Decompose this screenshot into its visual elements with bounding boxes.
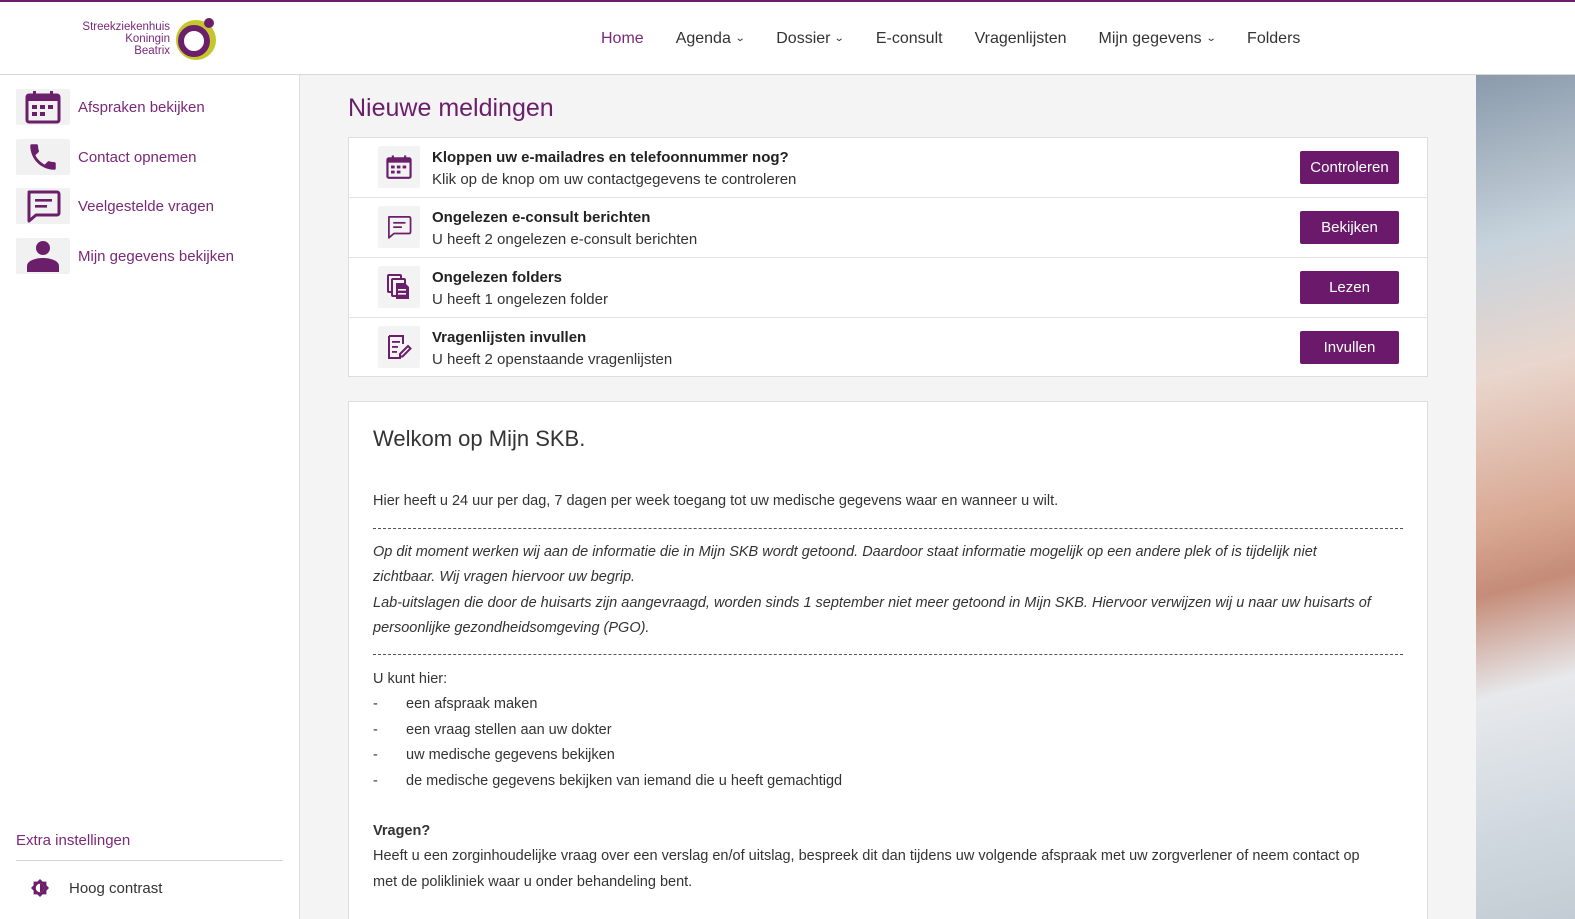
notice-line: Op dit moment werken wij aan de informat… (373, 544, 1317, 560)
notice-line: Lab-uitslagen die door de huisarts zijn … (373, 595, 1371, 611)
notification-title: Vragenlijsten invullen (432, 329, 587, 346)
bekijken-button[interactable]: Bekijken (1300, 211, 1399, 244)
notice-line: zichtbaar. Wij vragen hiervoor uw begrip… (373, 569, 636, 585)
nav-home-label: Home (601, 29, 644, 47)
sidebar-item-faq[interactable]: Veelgestelde vragen (16, 188, 214, 224)
notification-item: Ongelezen e-consult berichten U heeft 2 … (349, 198, 1427, 258)
list-item: de medische gegevens bekijken van iemand… (406, 773, 843, 789)
chat-icon (378, 206, 420, 248)
welcome-intro: Hier heeft u 24 uur per dag, 7 dagen per… (373, 493, 1059, 509)
divider (16, 860, 283, 861)
nav-folders-label: Folders (1247, 29, 1301, 47)
notification-subtitle: U heeft 1 ongelezen folder (432, 291, 608, 308)
sidebar-item-label: Contact opnemen (78, 148, 197, 166)
dashed-divider (373, 528, 1403, 529)
nav-agenda[interactable]: Agenda ⌄ (675, 29, 746, 48)
extra-settings-title[interactable]: Extra instellingen (16, 832, 130, 849)
can-title: U kunt hier: (373, 671, 448, 687)
nav-mijn-gegevens-label: Mijn gegevens (1098, 29, 1202, 47)
notification-item: Vragenlijsten invullen U heeft 2 opensta… (349, 318, 1427, 378)
logo-rings-icon (176, 18, 216, 60)
sidebar-item-afspraken[interactable]: Afspraken bekijken (16, 89, 205, 125)
notification-item: Kloppen uw e-mailadres en telefoonnummer… (349, 138, 1427, 198)
nav-dossier-label: Dossier (776, 29, 831, 47)
notice-line: persoonlijke gezondheidsomgeving (PGO). (373, 620, 650, 636)
invullen-button[interactable]: Invullen (1300, 331, 1399, 364)
sidebar-item-label: Afspraken bekijken (78, 98, 205, 116)
site-header: Streekziekenhuis Koningin Beatrix Home A… (0, 2, 1575, 75)
logo-line-3: Beatrix (134, 45, 170, 57)
sidebar-item-contact[interactable]: Contact opnemen (16, 139, 196, 175)
notification-title: Ongelezen folders (432, 269, 563, 286)
logo-text: Streekziekenhuis Koningin Beatrix (82, 21, 170, 57)
high-contrast-toggle[interactable]: Hoog contrast (30, 878, 162, 898)
hospital-logo[interactable]: Streekziekenhuis Koningin Beatrix (82, 16, 222, 62)
chevron-down-icon: ⌄ (734, 33, 746, 44)
nav-folders[interactable]: Folders (1247, 30, 1300, 48)
logo-line-1: Streekziekenhuis (82, 21, 170, 33)
nav-home[interactable]: Home (601, 30, 644, 48)
contrast-icon (31, 879, 49, 897)
nav-e-consult[interactable]: E-consult (876, 30, 943, 48)
chat-icon (16, 188, 70, 224)
notification-item: Ongelezen folders U heeft 1 ongelezen fo… (349, 258, 1427, 318)
questions-line: Heeft u een zorginhoudelijke vraag over … (373, 848, 1360, 864)
welcome-title: Welkom op Mijn SKB. (373, 426, 586, 451)
list-marker: - (373, 722, 378, 738)
questions-line: met de polikliniek waar u onder behandel… (373, 874, 693, 890)
notifications-panel: Kloppen uw e-mailadres en telefoonnummer… (348, 137, 1428, 377)
list-item: een afspraak maken (406, 696, 538, 712)
sidebar-item-mijn-gegevens[interactable]: Mijn gegevens bekijken (16, 238, 234, 274)
dashed-divider (373, 654, 1403, 655)
phone-icon (16, 139, 70, 175)
notification-subtitle: Klik op de knop om uw contactgegevens te… (432, 171, 797, 188)
list-marker: - (373, 773, 378, 789)
nav-agenda-label: Agenda (675, 29, 731, 47)
list-item: een vraag stellen aan uw dokter (406, 722, 612, 738)
notification-title: Ongelezen e-consult berichten (432, 209, 651, 226)
folders-icon (378, 266, 420, 308)
edit-list-icon (378, 326, 420, 368)
nav-mijn-gegevens[interactable]: Mijn gegevens ⌄ (1098, 29, 1217, 48)
questions-title: Vragen? (373, 823, 431, 839)
sidebar-item-label: Mijn gegevens bekijken (78, 247, 234, 265)
calendar-icon (378, 146, 420, 188)
nav-vragenlijsten-label: Vragenlijsten (974, 29, 1067, 47)
list-marker: - (373, 696, 378, 712)
background-photo (1476, 75, 1575, 919)
nav-dossier[interactable]: Dossier ⌄ (776, 29, 846, 48)
person-icon (16, 238, 70, 274)
notification-subtitle: U heeft 2 ongelezen e-consult berichten (432, 231, 698, 248)
logo-line-2: Koningin (125, 33, 170, 45)
page-title: Nieuwe meldingen (348, 94, 554, 122)
controleren-button[interactable]: Controleren (1300, 151, 1399, 184)
sidebar: Afspraken bekijken Contact opnemen Veelg… (0, 75, 300, 919)
calendar-icon (16, 89, 70, 125)
welcome-panel: Welkom op Mijn SKB. Hier heeft u 24 uur … (348, 401, 1428, 919)
list-item: uw medische gegevens bekijken (406, 747, 615, 763)
nav-vragenlijsten[interactable]: Vragenlijsten (975, 30, 1067, 48)
nav-e-consult-label: E-consult (875, 29, 943, 47)
main-navigation: Home Agenda ⌄ Dossier ⌄ E-consult Vragenli… (585, 2, 1316, 75)
chevron-down-icon: ⌄ (834, 33, 846, 44)
sidebar-item-label: Veelgestelde vragen (78, 197, 214, 215)
notification-title: Kloppen uw e-mailadres en telefoonnummer… (432, 149, 789, 166)
high-contrast-label: Hoog contrast (69, 879, 163, 897)
lezen-button[interactable]: Lezen (1300, 271, 1399, 304)
list-marker: - (373, 747, 378, 763)
chevron-down-icon: ⌄ (1205, 33, 1217, 44)
notification-subtitle: U heeft 2 openstaande vragenlijsten (432, 351, 673, 368)
